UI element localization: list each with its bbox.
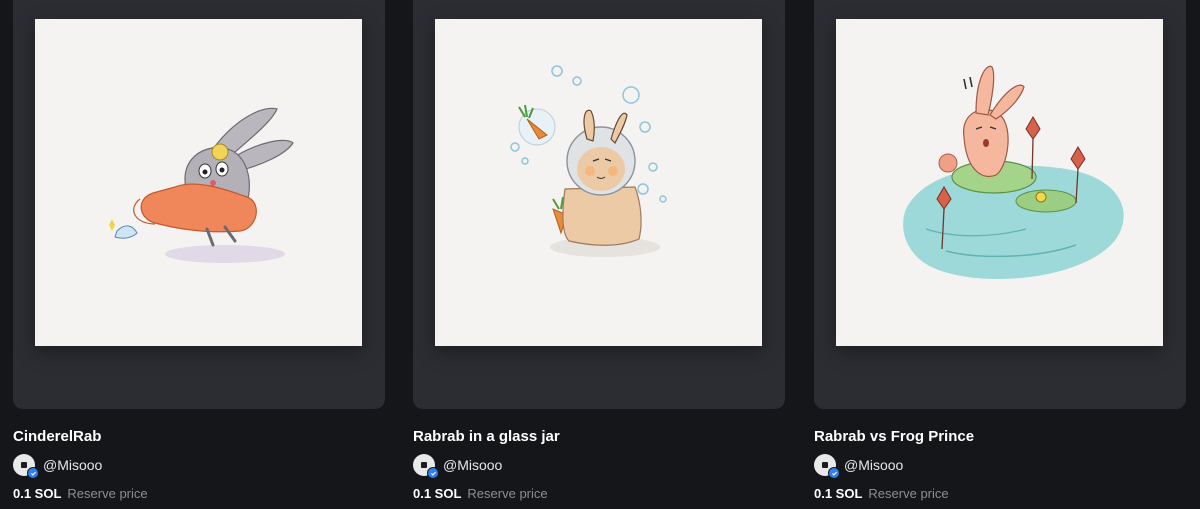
creator-handle: @Misooo <box>443 457 503 473</box>
verified-badge-icon <box>828 467 840 479</box>
price-row: 0.1 SOL Reserve price <box>13 486 148 501</box>
price-row: 0.1 SOL Reserve price <box>814 486 949 501</box>
price-label: Reserve price <box>467 486 548 501</box>
artwork-frame[interactable] <box>413 0 785 409</box>
price-row: 0.1 SOL Reserve price <box>413 486 548 501</box>
artwork-title[interactable]: Rabrab vs Frog Prince <box>814 428 974 445</box>
nft-card-3[interactable]: Rabrab vs Frog Prince @Misooo 0.1 SOL Res… <box>814 0 1186 509</box>
verified-badge-icon <box>427 467 439 479</box>
artwork-image <box>435 19 762 346</box>
artwork-frame[interactable] <box>814 0 1186 409</box>
avatar <box>413 454 439 479</box>
price-label: Reserve price <box>67 486 148 501</box>
price-value: 0.1 SOL <box>13 486 62 501</box>
artwork-frame[interactable] <box>13 0 385 409</box>
creator-link[interactable]: @Misooo <box>814 452 904 479</box>
price-value: 0.1 SOL <box>814 486 863 501</box>
creator-handle: @Misooo <box>844 457 904 473</box>
verified-badge-icon <box>27 467 39 479</box>
artwork-image <box>35 19 362 346</box>
creator-link[interactable]: @Misooo <box>413 452 503 479</box>
price-label: Reserve price <box>868 486 949 501</box>
price-value: 0.1 SOL <box>413 486 462 501</box>
nft-card-2[interactable]: Rabrab in a glass jar @Misooo 0.1 SOL Res… <box>413 0 785 509</box>
artwork-title[interactable]: Rabrab in a glass jar <box>413 428 560 445</box>
nft-card-1[interactable]: CinderelRab @Misooo 0.1 SOL Reserve price <box>13 0 385 509</box>
creator-link[interactable]: @Misooo <box>13 452 103 479</box>
artwork-image <box>836 19 1163 346</box>
artwork-title[interactable]: CinderelRab <box>13 428 101 445</box>
creator-handle: @Misooo <box>43 457 103 473</box>
avatar <box>13 454 39 479</box>
avatar <box>814 454 840 479</box>
